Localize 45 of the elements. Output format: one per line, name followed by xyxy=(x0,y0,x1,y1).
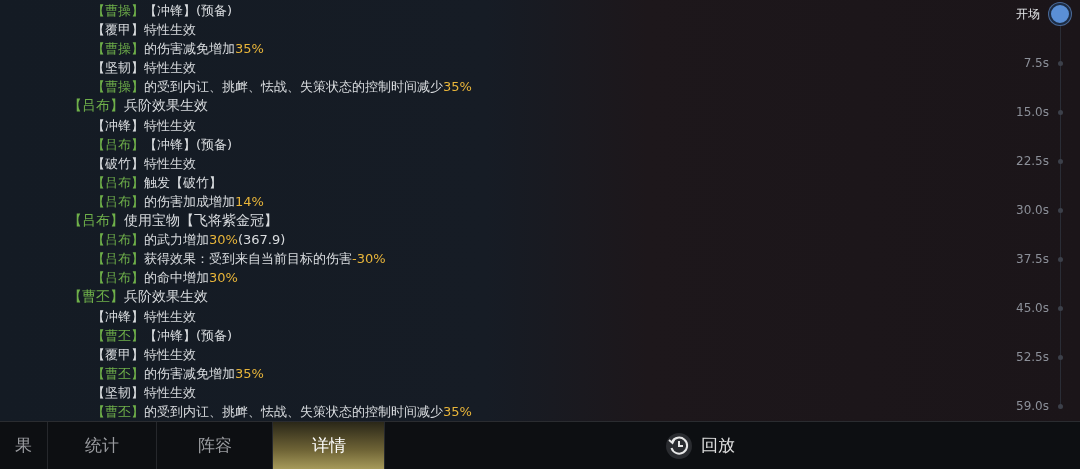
log-line: 【冲锋】特性生效 xyxy=(91,116,197,135)
history-icon xyxy=(665,431,693,460)
time-label: 37.5s xyxy=(1016,252,1049,266)
timeline-marker[interactable] xyxy=(1058,158,1063,164)
time-label: 59.0s xyxy=(1016,399,1049,413)
tab[interactable]: 果 xyxy=(0,422,48,469)
log-line: 【吕布】【冲锋】(预备) xyxy=(91,135,234,154)
timeline-marker[interactable] xyxy=(1058,305,1063,311)
log-heading: 【曹丕】兵阶效果生效 xyxy=(68,287,209,307)
log-line: 【曹丕】【冲锋】(预备) xyxy=(91,326,234,345)
log-line: 【吕布】的命中增加30% xyxy=(91,269,239,288)
log-line: 【曹丕】的伤害减免增加35% xyxy=(91,364,265,383)
time-label: 15.0s xyxy=(1016,105,1049,119)
time-label: 30.0s xyxy=(1016,203,1049,217)
time-label: 45.0s xyxy=(1016,301,1049,315)
log-line: 【覆甲】特性生效 xyxy=(91,345,197,364)
log-line: 【曹操】【冲锋】(预备) xyxy=(91,2,234,20)
timeline-marker[interactable] xyxy=(1058,403,1063,409)
log-line: 【覆甲】特性生效 xyxy=(91,21,197,40)
log-line: 【吕布】的武力增加30%(367.9) xyxy=(91,231,287,250)
replay-button[interactable]: 回放 xyxy=(701,434,735,458)
tab[interactable]: 详情 xyxy=(273,422,385,469)
timeline-marker[interactable] xyxy=(1058,60,1063,66)
time-label: 22.5s xyxy=(1016,154,1049,168)
log-line: 【坚韧】特性生效 xyxy=(91,59,197,78)
log-heading: 【吕布】兵阶效果生效 xyxy=(68,96,209,116)
log-line: 【吕布】获得效果：受到来自当前目标的伤害-30% xyxy=(91,250,387,269)
log-line: 【冲锋】特性生效 xyxy=(91,307,197,326)
timeline-marker[interactable] xyxy=(1049,3,1071,25)
log-line: 【吕布】触发【破竹】 xyxy=(91,173,223,192)
timeline-marker[interactable] xyxy=(1058,207,1063,213)
timeline-marker[interactable] xyxy=(1058,109,1063,115)
log-line: 【坚韧】特性生效 xyxy=(91,383,197,402)
log-line: 【吕布】的伤害加成增加14% xyxy=(91,192,265,211)
time-label: 开场 xyxy=(1016,5,1040,23)
log-line: 【曹丕】的受到内讧、挑衅、怯战、失策状态的控制时间减少35% xyxy=(91,402,473,421)
log-line: 【破竹】特性生效 xyxy=(91,154,197,173)
log-line: 【曹操】的伤害减免增加35% xyxy=(91,40,265,59)
timeline-marker[interactable] xyxy=(1058,256,1063,262)
log-heading: 【吕布】使用宝物【飞将紫金冠】 xyxy=(68,211,279,231)
tab[interactable]: 统计 xyxy=(48,422,157,469)
log-line: 【曹操】的受到内讧、挑衅、怯战、失策状态的控制时间减少35% xyxy=(91,78,473,97)
time-label: 7.5s xyxy=(1023,56,1049,70)
timeline-marker[interactable] xyxy=(1058,354,1063,360)
time-label: 52.5s xyxy=(1016,350,1049,364)
